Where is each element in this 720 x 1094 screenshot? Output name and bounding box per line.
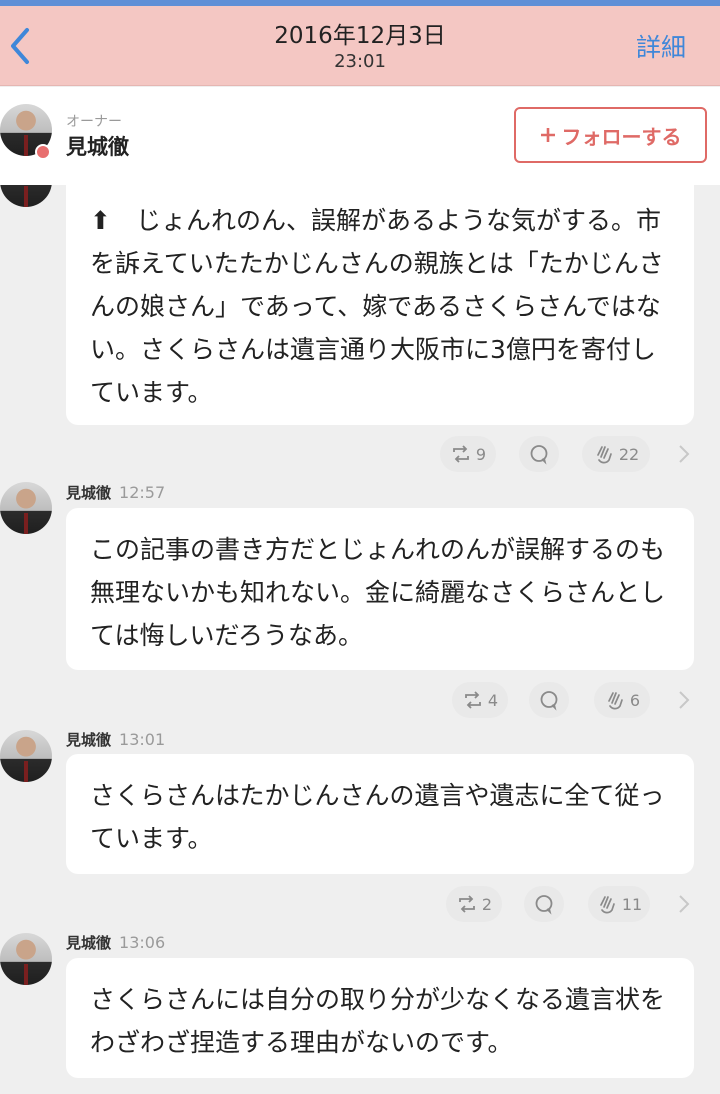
message-text: さくらさんはたかじんさんの遺言や遺志に全て従っています。 (90, 781, 665, 853)
repost-icon (459, 895, 475, 913)
comment-icon (530, 445, 548, 465)
repost-icon (453, 445, 469, 463)
clap-icon (599, 896, 615, 914)
clap-icon (596, 446, 612, 464)
comment-icon (535, 895, 553, 915)
owner-bar: オーナー 見城徹 フォローする (0, 87, 720, 185)
follow-button[interactable]: フォローする (514, 107, 707, 163)
message-header: 見城徹 13:01 (66, 729, 165, 750)
message-avatar[interactable] (0, 482, 52, 534)
message-text: さくらさんには自分の取り分が少なくなる遺言状をわざわざ捏造する理由がないのです。 (90, 985, 666, 1057)
message-header: 見城徹 13:06 (66, 932, 165, 953)
comment-button[interactable] (519, 436, 559, 472)
verified-badge-icon (35, 144, 51, 160)
comment-icon (540, 691, 558, 711)
message-text: この記事の書き方だとじょんれのんが誤解するのも無理ないかも知れない。金に綺麗なさ… (90, 535, 666, 650)
chevron-right-icon (679, 445, 690, 463)
more-button[interactable] (678, 886, 696, 922)
message-header: 見城徹 12:57 (66, 482, 165, 503)
repost-button[interactable]: 2 (446, 886, 502, 922)
message-bubble: ⬆ じょんれのん、誤解があるような気がする。市を訴えていたたかじんさんの親族とは… (66, 185, 694, 425)
comment-button[interactable] (524, 886, 564, 922)
clap-icon (608, 692, 623, 710)
message-time: 12:57 (119, 483, 166, 502)
message-actions: 4 6 (0, 682, 720, 720)
owner-name: 見城徹 (66, 135, 129, 159)
message-text: ⬆ じょんれのん、誤解があるような気がする。市を訴えていたたかじんさんの親族とは… (90, 206, 664, 407)
owner-role-label: オーナー (66, 114, 122, 130)
plus-icon (540, 128, 555, 142)
navigation-bar: 2016年12月3日 23:01 詳細 (0, 6, 720, 86)
nav-date: 2016年12月3日 (274, 23, 446, 49)
comment-button[interactable] (529, 682, 569, 718)
clap-count: 22 (618, 444, 640, 464)
repost-count: 2 (481, 894, 493, 914)
message-bubble: この記事の書き方だとじょんれのんが誤解するのも無理ないかも知れない。金に綺麗なさ… (66, 508, 694, 670)
repost-count: 4 (487, 690, 499, 710)
message-actions: 9 22 (0, 436, 720, 474)
chevron-right-icon (679, 691, 690, 709)
repost-button[interactable]: 4 (452, 682, 508, 718)
more-button[interactable] (678, 436, 696, 472)
message-bubble: さくらさんはたかじんさんの遺言や遺志に全て従っています。 (66, 754, 694, 874)
clap-count: 11 (621, 894, 643, 914)
message-time: 13:01 (119, 730, 166, 749)
nav-time: 23:01 (334, 51, 386, 72)
repost-button[interactable]: 9 (440, 436, 496, 472)
detail-button[interactable]: 詳細 (636, 28, 686, 64)
clap-button[interactable]: 11 (588, 886, 650, 922)
message-avatar[interactable] (0, 933, 52, 985)
message-avatar[interactable] (0, 730, 52, 782)
repost-count: 9 (475, 444, 487, 464)
message-actions: 2 11 (0, 886, 720, 924)
follow-button-label: フォローする (561, 124, 682, 149)
sender-name: 見城徹 (66, 934, 112, 952)
clap-button[interactable]: 22 (582, 436, 650, 472)
message-time: 13:06 (119, 933, 166, 952)
chevron-right-icon (679, 895, 690, 913)
sender-name: 見城徹 (66, 484, 112, 502)
more-button[interactable] (678, 682, 696, 718)
repost-icon (465, 691, 481, 709)
clap-button[interactable]: 6 (594, 682, 650, 718)
message-bubble: さくらさんには自分の取り分が少なくなる遺言状をわざわざ捏造する理由がないのです。 (66, 958, 694, 1078)
sender-name: 見城徹 (66, 731, 112, 749)
clap-count: 6 (629, 690, 641, 710)
